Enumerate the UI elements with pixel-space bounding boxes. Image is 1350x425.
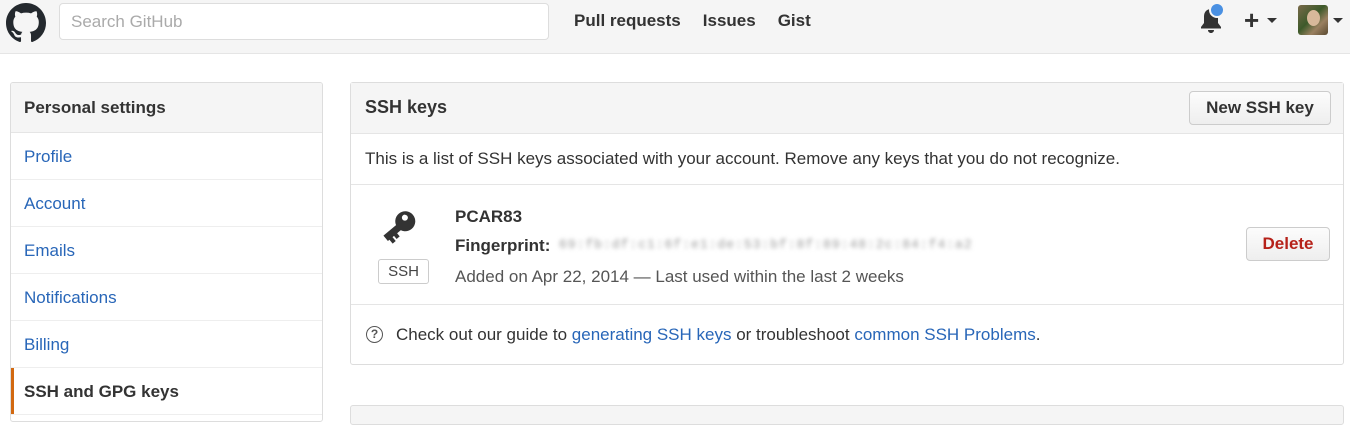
github-logo-icon[interactable] xyxy=(6,3,46,43)
chevron-down-icon[interactable] xyxy=(1333,18,1343,23)
help-text-suffix: . xyxy=(1035,325,1041,344)
help-text-prefix: Check out our guide to xyxy=(396,325,572,344)
key-title: PCAR83 xyxy=(455,207,523,226)
key-icon xyxy=(383,211,416,244)
sidebar-item-emails[interactable]: Emails xyxy=(11,227,322,274)
fingerprint-value: 69:fb:df:c1:6f:e1:de:53:bf:8f:89:48:2c:8… xyxy=(559,237,973,252)
settings-sidebar: Personal settings Profile Account Emails… xyxy=(10,82,323,422)
ssh-type-badge: SSH xyxy=(378,259,429,284)
search-input[interactable] xyxy=(59,3,549,40)
sidebar-item-ssh-gpg-keys[interactable]: SSH and GPG keys xyxy=(11,368,322,415)
plus-icon[interactable]: + xyxy=(1244,5,1259,35)
top-nav: Pull requests Issues Gist xyxy=(574,11,811,31)
page-title: SSH keys xyxy=(365,97,448,117)
notification-indicator xyxy=(1209,2,1225,18)
ssh-key-item: SSH PCAR83 Fingerprint: 69:fb:df:c1:6f:e… xyxy=(351,185,1343,305)
panel-footer: ? Check out our guide to generating SSH … xyxy=(351,305,1343,363)
chevron-down-icon[interactable] xyxy=(1267,18,1277,23)
sidebar-item-billing[interactable]: Billing xyxy=(11,321,322,368)
nav-gist[interactable]: Gist xyxy=(778,11,811,31)
delete-key-button[interactable]: Delete xyxy=(1246,227,1330,261)
sidebar-item-notifications[interactable]: Notifications xyxy=(11,274,322,321)
nav-issues[interactable]: Issues xyxy=(703,11,756,31)
ssh-keys-panel: SSH keys New SSH key This is a list of S… xyxy=(350,82,1344,365)
nav-pull-requests[interactable]: Pull requests xyxy=(574,11,681,31)
panel-description: This is a list of SSH keys associated wi… xyxy=(351,134,1343,185)
sidebar-item-account[interactable]: Account xyxy=(11,180,322,227)
gpg-keys-panel xyxy=(350,405,1344,425)
top-header: Pull requests Issues Gist + xyxy=(0,0,1350,54)
sidebar-item-profile[interactable]: Profile xyxy=(11,133,322,180)
sidebar-title: Personal settings xyxy=(11,83,322,133)
new-ssh-key-button[interactable]: New SSH key xyxy=(1189,91,1331,125)
common-ssh-problems-link[interactable]: common SSH Problems xyxy=(854,325,1035,344)
generating-ssh-keys-link[interactable]: generating SSH keys xyxy=(572,325,732,344)
avatar[interactable] xyxy=(1298,5,1328,35)
help-text: Check out our guide to generating SSH ke… xyxy=(396,325,1040,345)
fingerprint-label: Fingerprint: xyxy=(455,236,551,255)
help-text-middle: or troubleshoot xyxy=(731,325,855,344)
question-circle-icon: ? xyxy=(366,326,383,343)
panel-header: SSH keys New SSH key xyxy=(351,83,1343,134)
key-usage-info: Added on Apr 22, 2014 — Last used within… xyxy=(455,267,904,286)
